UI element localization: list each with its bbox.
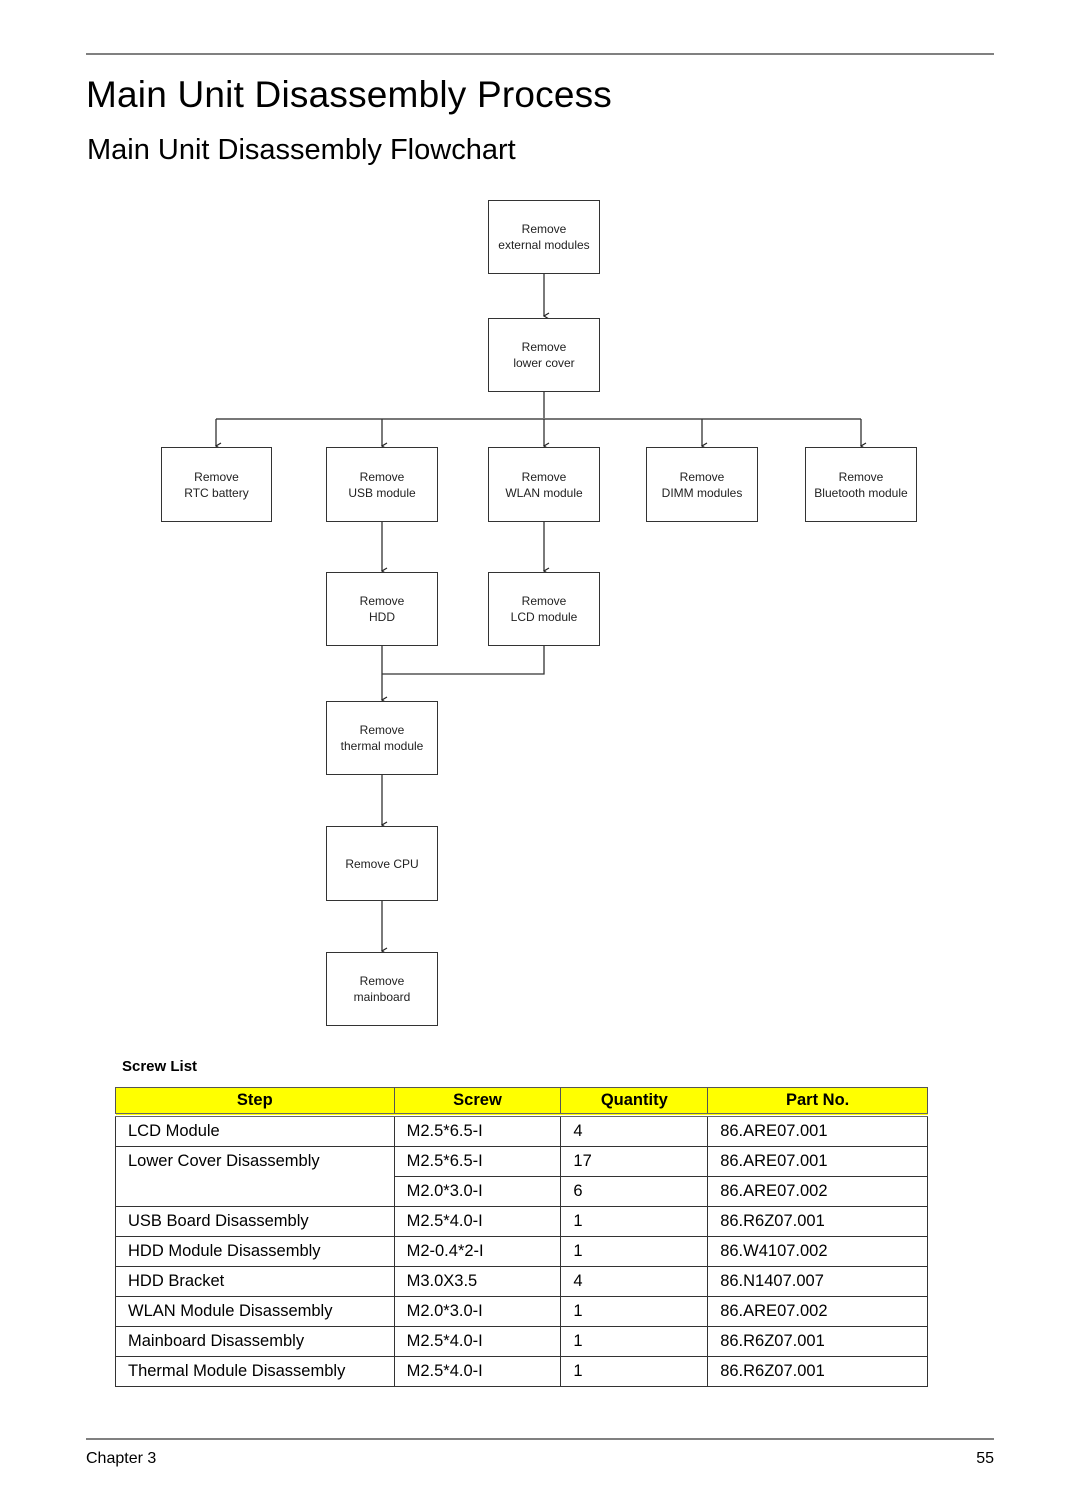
flow-node-remove-external-modules: Remove external modules: [488, 200, 600, 274]
flow-node-remove-lower-cover: Remove lower cover: [488, 318, 600, 392]
footer-page-number: 55: [976, 1450, 994, 1467]
node-line-1: Remove: [359, 469, 405, 484]
cell-step: LCD Module: [115, 1114, 395, 1147]
cell-screw: M3.0X3.5: [393, 1266, 562, 1297]
node-line-2: thermal module: [340, 739, 424, 753]
table-header-row: Step Screw Quantity Part No.: [115, 1087, 928, 1117]
node-line-1: Remove: [194, 469, 239, 484]
flow-node-remove-lcd-module: Remove LCD module: [488, 572, 600, 646]
cell-part-no: 86.ARE07.001: [707, 1146, 928, 1177]
cell-screw: M2-0.4*2-I: [393, 1236, 562, 1267]
flow-node-remove-dimm-modules: Remove DIMM modules: [646, 447, 758, 522]
node-line-1: Remove CPU: [345, 856, 419, 871]
cell-part-no: 86.R6Z07.001: [707, 1356, 928, 1387]
column-header-part-no: Part No.: [707, 1087, 928, 1117]
node-line-2: Bluetooth module: [814, 485, 908, 500]
node-line-1: Remove: [521, 594, 567, 608]
cell-quantity: 4: [560, 1266, 709, 1297]
cell-screw: M2.5*6.5-I: [393, 1146, 562, 1177]
cell-quantity: 6: [560, 1176, 709, 1207]
flow-node-remove-bluetooth-module: Remove Bluetooth module: [805, 447, 917, 522]
node-line-2: HDD: [369, 610, 395, 624]
cell-step: USB Board Disassembly: [115, 1206, 395, 1237]
table-row: USB Board Disassembly M2.5*4.0-I 1 86.R6…: [115, 1206, 928, 1237]
cell-step: HDD Bracket: [115, 1266, 395, 1297]
node-line-1: Remove: [838, 469, 884, 484]
cell-screw: M2.5*4.0-I: [393, 1326, 562, 1357]
footer-rule: [86, 1438, 994, 1440]
node-line-1: Remove: [359, 594, 405, 608]
table-row: HDD Bracket M3.0X3.5 4 86.N1407.007: [115, 1266, 928, 1297]
table-row: Mainboard Disassembly M2.5*4.0-I 1 86.R6…: [115, 1326, 928, 1357]
cell-quantity: 1: [560, 1206, 709, 1237]
node-line-1: Remove: [521, 222, 567, 236]
flow-node-remove-rtc-battery: Remove RTC battery: [161, 447, 272, 522]
cell-quantity: 1: [560, 1296, 709, 1327]
cell-screw: M2.5*6.5-I: [393, 1114, 562, 1147]
flow-node-remove-thermal-module: Remove thermal module: [326, 701, 438, 775]
cell-screw: M2.5*4.0-I: [393, 1356, 562, 1387]
flow-node-remove-usb-module: Remove USB module: [326, 447, 438, 522]
node-line-2: USB module: [348, 485, 416, 500]
flow-node-remove-hdd: Remove HDD: [326, 572, 438, 646]
cell-part-no: 86.N1407.007: [707, 1266, 928, 1297]
node-line-2: lower cover: [513, 356, 575, 370]
flow-node-remove-cpu: Remove CPU: [326, 826, 438, 901]
node-line-2: mainboard: [353, 990, 411, 1004]
cell-quantity: 4: [560, 1114, 709, 1147]
flowchart-connectors: [214, 274, 867, 955]
table-row: HDD Module Disassembly M2-0.4*2-I 1 86.W…: [115, 1236, 928, 1267]
cell-part-no: 86.R6Z07.001: [707, 1326, 928, 1357]
footer-chapter: Chapter 3: [86, 1450, 157, 1467]
cell-step: [115, 1176, 395, 1207]
cell-quantity: 1: [560, 1326, 709, 1357]
table-row: Thermal Module Disassembly M2.5*4.0-I 1 …: [115, 1356, 928, 1387]
cell-step: WLAN Module Disassembly: [115, 1296, 395, 1327]
cell-step: Mainboard Disassembly: [115, 1326, 395, 1357]
node-line-2: WLAN module: [505, 485, 583, 500]
node-line-2: LCD module: [510, 610, 578, 624]
cell-quantity: 1: [560, 1236, 709, 1267]
column-header-quantity: Quantity: [560, 1087, 709, 1117]
flow-node-remove-wlan-module: Remove WLAN module: [488, 447, 600, 522]
node-line-1: Remove: [359, 723, 405, 737]
connector-lcd-merge: [382, 646, 545, 675]
screw-list-title: Screw List: [122, 1058, 198, 1075]
node-line-2: RTC battery: [184, 485, 249, 500]
screw-list-table: Step Screw Quantity Part No. LCD Module …: [115, 1087, 928, 1387]
cell-step: Thermal Module Disassembly: [115, 1356, 395, 1387]
cell-screw: M2.0*3.0-I: [393, 1296, 562, 1327]
node-line-2: external modules: [498, 238, 590, 252]
cell-quantity: 17: [560, 1146, 709, 1177]
cell-step: Lower Cover Disassembly: [115, 1146, 395, 1177]
node-line-1: Remove: [521, 469, 567, 484]
column-header-screw: Screw: [393, 1087, 562, 1117]
cell-part-no: 86.ARE07.002: [707, 1296, 928, 1327]
cell-part-no: 86.ARE07.002: [707, 1176, 928, 1207]
cell-screw: M2.5*4.0-I: [393, 1206, 562, 1237]
cell-part-no: 86.R6Z07.001: [707, 1206, 928, 1237]
cell-part-no: 86.ARE07.001: [707, 1114, 928, 1147]
cell-step: HDD Module Disassembly: [115, 1236, 395, 1267]
table-row: WLAN Module Disassembly M2.0*3.0-I 1 86.…: [115, 1296, 928, 1327]
flow-node-remove-mainboard: Remove mainboard: [326, 952, 438, 1026]
node-line-1: Remove: [359, 974, 405, 988]
cell-part-no: 86.W4107.002: [707, 1236, 928, 1267]
node-line-2: DIMM modules: [661, 485, 743, 500]
table-row: LCD Module M2.5*6.5-I 4 86.ARE07.001: [115, 1114, 928, 1147]
table-row: Lower Cover Disassembly M2.5*6.5-I 17 86…: [115, 1146, 928, 1177]
table-row: M2.0*3.0-I 6 86.ARE07.002: [115, 1176, 928, 1207]
column-header-step: Step: [115, 1087, 395, 1117]
cell-quantity: 1: [560, 1356, 709, 1387]
node-line-1: Remove: [521, 340, 567, 354]
node-line-1: Remove: [679, 469, 725, 484]
cell-screw: M2.0*3.0-I: [393, 1176, 562, 1207]
